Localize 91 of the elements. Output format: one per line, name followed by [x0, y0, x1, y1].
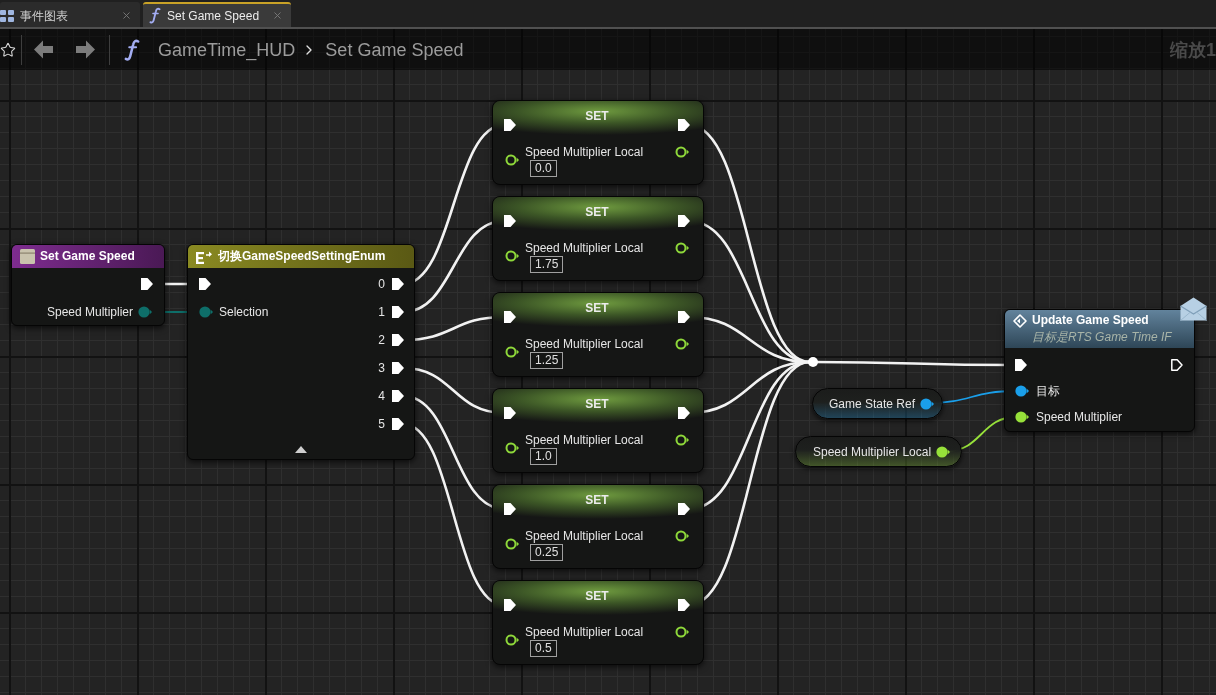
pin-label: Speed Multiplier Local [525, 625, 644, 639]
exec-pin-icon[interactable] [503, 118, 517, 132]
close-icon[interactable] [272, 10, 283, 21]
reroute-dot-icon [808, 357, 818, 367]
forward-arrow-icon[interactable] [76, 40, 95, 59]
pin-icon[interactable] [675, 146, 689, 158]
exec-pin-icon[interactable] [677, 310, 691, 324]
variable-label: Game State Ref [829, 396, 916, 411]
exec-pin-icon[interactable] [391, 361, 405, 375]
pin-label: 2 [378, 333, 385, 347]
back-arrow-icon[interactable] [34, 40, 53, 59]
pin-label: 3 [378, 361, 385, 375]
exec-pin-icon[interactable] [198, 277, 212, 291]
exec-pin-icon[interactable] [677, 502, 691, 516]
node-title: SET [585, 301, 609, 315]
breadcrumb-item[interactable]: GameTime_HUD [158, 38, 296, 61]
exec-pin-icon[interactable] [503, 406, 517, 420]
pin-icon[interactable] [936, 445, 951, 458]
zoom-label: 缩放1 [1170, 38, 1216, 61]
exec-pin-icon[interactable] [391, 277, 405, 291]
node-subtitle: 目标是RTS Game Time IF [1032, 330, 1173, 345]
value-field[interactable]: 0.5 [530, 640, 557, 657]
node-title: SET [585, 205, 609, 219]
exec-pin-icon[interactable] [391, 305, 405, 319]
star-icon[interactable] [0, 41, 16, 58]
exec-pin-icon[interactable] [503, 502, 517, 516]
pin-icon[interactable] [920, 397, 935, 410]
value-field[interactable]: 1.0 [530, 448, 557, 465]
grid-icon [0, 9, 14, 22]
exec-pin-icon[interactable] [391, 389, 405, 403]
value-field[interactable]: 0.25 [530, 544, 564, 561]
pin-icon[interactable] [505, 154, 519, 166]
pin-label: Speed Multiplier Local [525, 529, 644, 543]
exec-pin-icon[interactable] [140, 277, 154, 291]
value-field[interactable]: 1.25 [530, 352, 564, 369]
pin-icon[interactable] [1015, 385, 1029, 397]
node-title: SET [585, 493, 609, 507]
exec-pin-icon[interactable] [1014, 358, 1028, 372]
pin-label: Selection [219, 305, 269, 319]
diamond-icon [1013, 313, 1027, 328]
exec-pin-icon[interactable] [391, 417, 405, 431]
envelope-icon [1180, 297, 1207, 321]
pin-icon[interactable] [505, 538, 519, 550]
pin-icon[interactable] [675, 242, 689, 254]
pin-label: Speed Multiplier [1036, 410, 1123, 424]
triangle-icon[interactable] [295, 446, 307, 453]
function-icon [149, 7, 161, 24]
exec-pin-icon[interactable] [503, 214, 517, 228]
exec-pin-icon[interactable] [391, 333, 405, 347]
pin-label: 目标 [1036, 384, 1060, 398]
pin-icon[interactable] [675, 530, 689, 542]
node-title: SET [585, 109, 609, 123]
value-field[interactable]: 0.0 [530, 160, 557, 177]
e-arrow-icon [196, 249, 212, 264]
pin-label: Speed Multiplier Local [525, 433, 644, 447]
function-icon [124, 37, 140, 62]
pin-label: Speed Multiplier Local [525, 337, 644, 351]
exec-pin-icon[interactable] [503, 310, 517, 324]
panel-icon [20, 249, 35, 264]
tab[interactable]: Set Game Speed [143, 2, 291, 27]
node-title: 切换GameSpeedSettingEnum [218, 249, 386, 264]
pin-icon[interactable] [505, 346, 519, 358]
node-title: Set Game Speed [40, 249, 135, 264]
node-title: SET [585, 589, 609, 603]
pin-icon[interactable] [505, 250, 519, 262]
breadcrumb-item[interactable]: Set Game Speed [325, 38, 464, 61]
pin-label: 0 [378, 277, 385, 291]
tab[interactable]: 事件图表 [0, 2, 140, 27]
value-field[interactable]: 1.75 [530, 256, 564, 273]
node-title: Update Game Speed [1032, 313, 1149, 328]
exec-pin-icon[interactable] [677, 214, 691, 228]
pin-icon[interactable] [505, 634, 519, 646]
exec-pin-icon[interactable] [677, 118, 691, 132]
pin-icon[interactable] [505, 442, 519, 454]
pin-label: Speed Multiplier [46, 305, 133, 319]
pin-icon[interactable] [675, 626, 689, 638]
pin-icon[interactable] [1015, 411, 1029, 423]
pin-label: Speed Multiplier Local [525, 241, 644, 255]
close-icon[interactable] [121, 10, 132, 21]
exec-pin-icon[interactable] [503, 598, 517, 612]
pin-icon[interactable] [675, 434, 689, 446]
pin-label: 5 [378, 417, 385, 431]
exec-pin-icon[interactable] [1170, 358, 1184, 372]
pin-icon[interactable] [675, 338, 689, 350]
pin-label: 4 [378, 389, 385, 403]
node-title: SET [585, 397, 609, 411]
pin-label: Speed Multiplier Local [525, 145, 644, 159]
exec-pin-icon[interactable] [677, 598, 691, 612]
exec-pin-icon[interactable] [677, 406, 691, 420]
pin-label: 1 [378, 305, 385, 319]
variable-label: Speed Multiplier Local [813, 444, 932, 459]
